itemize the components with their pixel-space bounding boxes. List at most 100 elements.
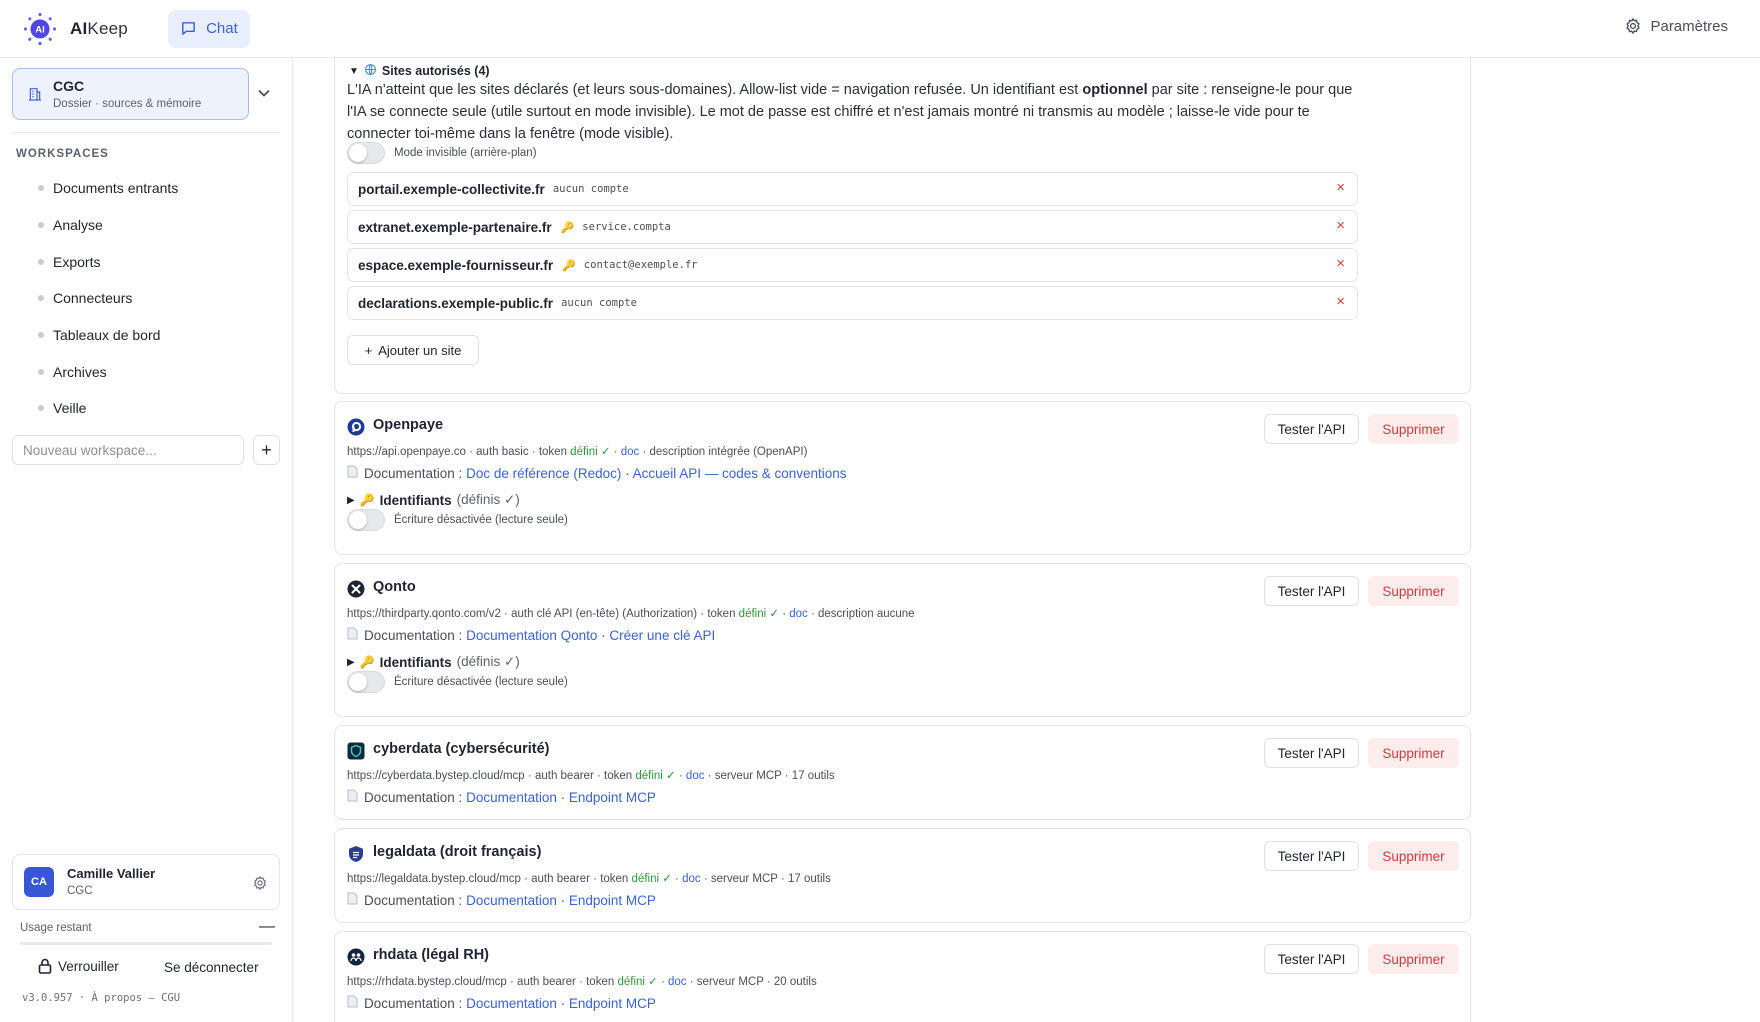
delete-button[interactable]: Supprimer xyxy=(1368,738,1459,768)
test-api-button[interactable]: Tester l'API xyxy=(1264,576,1359,606)
test-api-button[interactable]: Tester l'API xyxy=(1264,944,1359,974)
write-toggle[interactable] xyxy=(347,509,385,531)
api-auth: auth basic xyxy=(476,446,529,458)
sidebar-item-veille[interactable]: Veille xyxy=(0,390,292,427)
doc-link[interactable]: Créer une clé API xyxy=(609,628,715,643)
sidebar-item-analyse[interactable]: Analyse xyxy=(0,207,292,244)
workspace-selector[interactable]: CGC Dossier · sources & mémoire xyxy=(12,68,249,120)
test-api-button[interactable]: Tester l'API xyxy=(1264,414,1359,444)
site-account: service.compta xyxy=(582,221,671,233)
document-icon xyxy=(347,627,358,643)
doc-link[interactable]: doc xyxy=(668,976,687,988)
delete-button[interactable]: Supprimer xyxy=(1368,841,1459,871)
settings-button[interactable]: Paramètres xyxy=(1624,17,1728,35)
sidebar-item-label: Veille xyxy=(53,400,87,417)
sidebar-item-label: Documents entrants xyxy=(53,180,179,197)
token-status: défini ✓ xyxy=(738,608,779,620)
doc-prefix: Documentation : xyxy=(364,789,463,805)
sidebar-item-documents-entrants[interactable]: Documents entrants xyxy=(0,170,292,207)
bullet-icon xyxy=(38,332,44,339)
delete-button[interactable]: Supprimer xyxy=(1368,576,1459,606)
add-site-button[interactable]: + Ajouter un site xyxy=(347,335,479,365)
chat-button[interactable]: Chat xyxy=(167,9,250,48)
sidebar-item-archives[interactable]: Archives xyxy=(0,353,292,390)
test-api-button[interactable]: Tester l'API xyxy=(1264,738,1359,768)
workspaces-heading: WORKSPACES xyxy=(16,148,109,160)
doc-link[interactable]: doc xyxy=(621,446,640,458)
doc-link[interactable]: doc xyxy=(789,608,808,620)
sidebar-divider xyxy=(12,132,280,133)
test-api-button[interactable]: Tester l'API xyxy=(1264,841,1359,871)
api-meta: https://rhdata.bystep.cloud/mcp · auth b… xyxy=(347,974,817,988)
doc-link[interactable]: Accueil API — codes & conventions xyxy=(633,466,847,481)
bullet-icon xyxy=(38,185,44,192)
separator: · xyxy=(528,446,539,458)
bullet-icon xyxy=(38,405,44,412)
remove-site-button[interactable]: × xyxy=(1336,179,1345,196)
invisible-mode-toggle[interactable] xyxy=(347,142,385,164)
remove-site-button[interactable]: × xyxy=(1336,293,1345,310)
doc-prefix: Documentation : xyxy=(364,892,463,908)
remove-site-button[interactable]: × xyxy=(1336,255,1345,272)
bullet-icon xyxy=(38,222,44,229)
sidebar-item-tableaux-de-bord[interactable]: Tableaux de bord xyxy=(0,317,292,354)
doc-link[interactable]: Documentation xyxy=(466,790,557,805)
api-url: https://api.openpaye.co xyxy=(347,446,466,458)
doc-link[interactable]: doc xyxy=(682,873,701,885)
api-name: cyberdata (cybersécurité) xyxy=(373,741,550,757)
add-workspace-button[interactable]: + xyxy=(253,435,280,465)
doc-link[interactable]: Endpoint MCP xyxy=(569,790,656,805)
credentials-toggle[interactable]: ▶ 🔑 Identifiants (définis ✓) xyxy=(347,654,520,670)
sidebar-item-exports[interactable]: Exports xyxy=(0,243,292,280)
sidebar-item-connecteurs[interactable]: Connecteurs xyxy=(0,280,292,317)
site-row[interactable]: extranet.exemple-partenaire.fr 🔑 service… xyxy=(347,210,1358,244)
sites-summary[interactable]: ▼ Sites autorisés (4) xyxy=(349,63,490,79)
write-toggle-label: Écriture désactivée (lecture seule) xyxy=(394,514,568,526)
api-token: token xyxy=(538,446,567,458)
usage-bar-fill xyxy=(20,942,272,945)
version-text[interactable]: v3.0.957 · À propos — CGU xyxy=(22,992,180,1004)
doc-link[interactable]: doc xyxy=(686,770,705,782)
site-domain: extranet.exemple-partenaire.fr xyxy=(358,219,552,235)
credentials-label: Identifiants xyxy=(379,654,452,670)
desc-text-1: L'IA n'atteint que les sites déclarés (e… xyxy=(347,82,1083,98)
delete-button[interactable]: Supprimer xyxy=(1368,944,1459,974)
new-workspace-input[interactable] xyxy=(12,435,244,465)
doc-link[interactable]: Doc de référence (Redoc) xyxy=(466,466,621,481)
sidebar-item-label: Tableaux de bord xyxy=(53,327,161,344)
document-icon xyxy=(347,465,358,481)
chat-label: Chat xyxy=(206,20,238,37)
key-icon: 🔑 xyxy=(560,221,575,234)
user-card[interactable]: CA Camille Vallier CGC xyxy=(12,854,280,910)
remove-site-button[interactable]: × xyxy=(1336,217,1345,234)
doc-link[interactable]: Documentation xyxy=(466,996,557,1011)
api-meta: https://api.openpaye.co · auth basic · t… xyxy=(347,444,807,458)
site-row[interactable]: espace.exemple-fournisseur.fr 🔑 contact@… xyxy=(347,248,1358,282)
doc-link[interactable]: Documentation xyxy=(466,893,557,908)
workspace-subtitle: Dossier · sources & mémoire xyxy=(53,98,202,110)
delete-button[interactable]: Supprimer xyxy=(1368,414,1459,444)
site-row[interactable]: declarations.exemple-public.fr aucun com… xyxy=(347,286,1358,320)
user-settings-gear-icon[interactable] xyxy=(252,875,268,894)
api-auth: auth bearer xyxy=(517,976,576,988)
authorized-sites-section: ▼ Sites autorisés (4) L'IA n'atteint que… xyxy=(334,58,1471,394)
doc-link[interactable]: Endpoint MCP xyxy=(569,996,656,1011)
doc-prefix: Documentation : xyxy=(364,627,463,643)
doc-link[interactable]: Documentation Qonto xyxy=(466,628,597,643)
site-row[interactable]: portail.exemple-collectivite.fr aucun co… xyxy=(347,172,1358,206)
write-toggle[interactable] xyxy=(347,671,385,693)
token-status: défini ✓ xyxy=(617,976,658,988)
api-name: rhdata (légal RH) xyxy=(373,947,490,963)
chevron-down-icon[interactable] xyxy=(258,84,270,100)
usage-bar xyxy=(20,942,272,945)
separator: · xyxy=(500,608,512,620)
logout-button[interactable]: Se déconnecter xyxy=(164,960,259,975)
key-icon: 🔑 xyxy=(359,655,375,669)
credentials-toggle[interactable]: ▶ 🔑 Identifiants (définis ✓) xyxy=(347,492,520,508)
lock-button[interactable]: Verrouiller xyxy=(38,958,119,974)
brand[interactable]: AI AIKeep xyxy=(22,11,128,47)
api-token: token xyxy=(604,770,633,782)
doc-link[interactable]: Endpoint MCP xyxy=(569,893,656,908)
openpaye-icon xyxy=(347,418,365,436)
cyberdata-icon xyxy=(347,742,365,760)
